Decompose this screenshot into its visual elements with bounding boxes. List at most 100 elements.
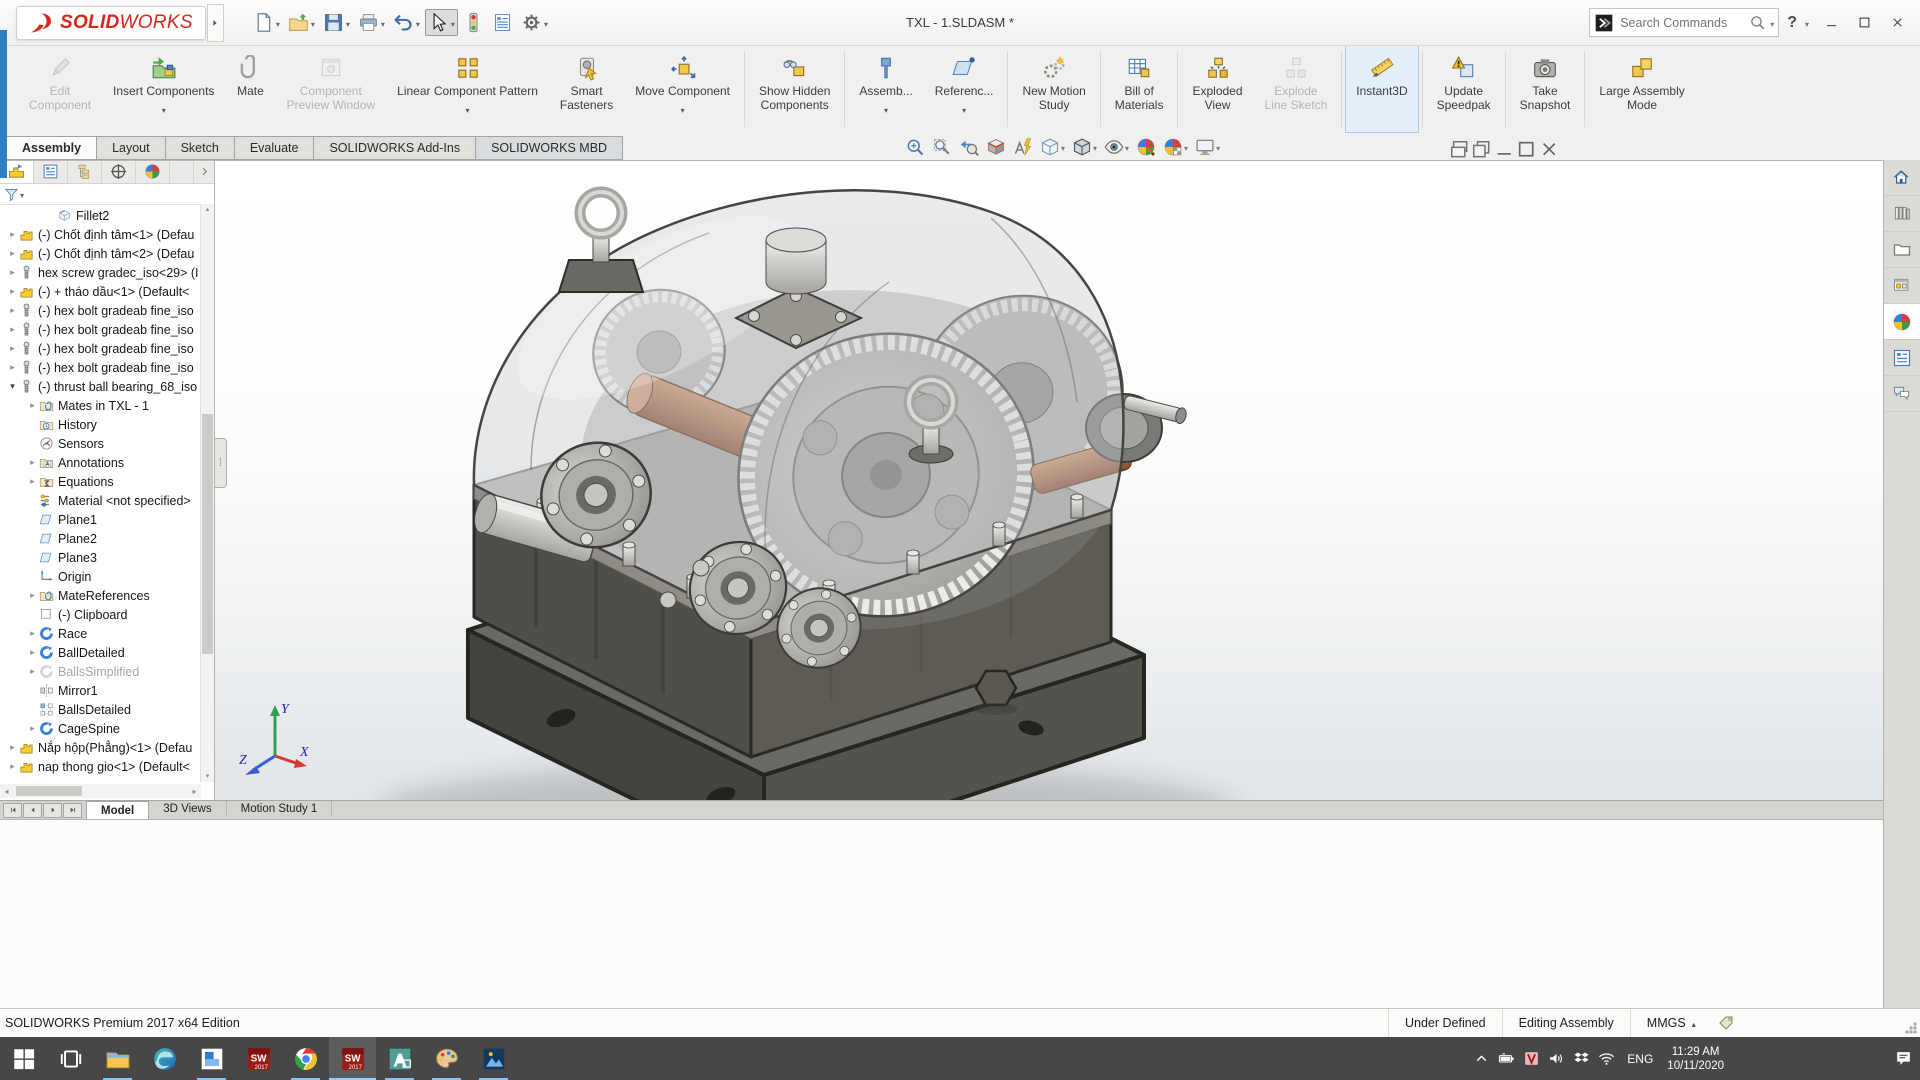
tab-layout[interactable]: Layout [96,136,165,160]
edit-appearance-button[interactable] [1136,137,1156,157]
scroll-left-arrow[interactable]: ◂ [0,784,13,798]
tab-solidworks-add-ins[interactable]: SOLIDWORKS Add-Ins [313,136,475,160]
tree-item[interactable]: ▸Race [0,624,201,643]
options-gear-caret[interactable] [542,14,548,32]
status-units[interactable]: MMGS [1630,1009,1712,1037]
tree-item[interactable]: ▸(-) Chốt định tâm<2> (Defau [0,244,201,263]
tree-expand-arrow[interactable]: ▸ [26,476,39,487]
task-view-taskbar-button[interactable] [47,1037,94,1080]
insert-components-caret[interactable] [162,100,166,109]
solidworks-taskbar-button[interactable]: SW2017 [235,1037,282,1080]
tree-expand-arrow[interactable]: ▸ [6,305,19,316]
photo-viewer-taskbar-button[interactable] [470,1037,517,1080]
tree-item[interactable]: Origin [0,567,201,586]
panel-splitter-handle[interactable] [215,438,227,488]
search-commands-box[interactable] [1589,8,1779,37]
tree-item[interactable]: Material <not specified> [0,491,201,510]
vertical-scroll-thumb[interactable] [202,414,213,654]
annotation-views-button[interactable] [1013,137,1033,157]
undo-button[interactable] [390,9,423,36]
start-taskbar-button[interactable] [0,1037,47,1080]
filter-caret[interactable] [20,185,24,203]
configurationmanager-tab[interactable] [68,160,102,183]
view-palette-tab[interactable] [1884,268,1920,304]
tab-solidworks-mbd[interactable]: SOLIDWORKS MBD [475,136,623,160]
tree-expand-arrow[interactable]: ▸ [26,457,39,468]
unikey-tray-button[interactable] [1519,1037,1544,1080]
win-cascade-button[interactable] [1448,138,1470,160]
tree-item[interactable]: ▸(-) hex bolt gradeab fine_iso [0,320,201,339]
tab-motion-study-1[interactable]: Motion Study 1 [227,801,333,817]
tree-expand-arrow[interactable]: ▸ [26,723,39,734]
tree-item[interactable]: Fillet2 [0,206,201,225]
appearances-tab[interactable] [1884,304,1920,340]
options-gear-button[interactable] [518,9,551,36]
save-caret[interactable] [344,14,350,32]
maximize-button[interactable] [1849,8,1879,38]
win-min-button[interactable] [1493,138,1515,160]
smart-fasteners-button[interactable]: Smart Fasteners [549,45,624,133]
linear-component-pattern-caret[interactable] [466,100,470,109]
move-component-button[interactable]: Move Component [624,45,741,133]
volume-tray-button[interactable] [1544,1037,1569,1080]
update-speedpak-button[interactable]: Update Speedpak [1426,45,1502,133]
tree-item[interactable]: ▸(-) + tháo dầu<1> (Default< [0,282,201,301]
file-properties-button[interactable] [489,9,516,36]
nav-first-button[interactable] [3,803,22,818]
nav-next-button[interactable] [43,803,62,818]
mate-button[interactable]: Mate [225,45,275,133]
scroll-right-arrow[interactable]: ▸ [188,784,201,798]
take-snapshot-button[interactable]: Take Snapshot [1509,45,1582,133]
tree-item[interactable]: ▸hex screw gradec_iso<29> (I [0,263,201,282]
tab-sketch[interactable]: Sketch [165,136,234,160]
insert-components-button[interactable]: Insert Components [102,45,225,133]
show-hidden-components-button[interactable]: Show Hidden Components [748,45,841,133]
tag-icon[interactable] [1717,1014,1735,1032]
help-caret[interactable] [1805,14,1813,32]
tree-item[interactable]: Plane3 [0,548,201,567]
tab-assembly[interactable]: Assembly [6,136,96,160]
tree-expand-arrow[interactable]: ▸ [26,400,39,411]
tree-expand-arrow[interactable]: ▸ [26,666,39,677]
scroll-down-arrow[interactable]: ▾ [201,771,214,782]
move-component-caret[interactable] [681,100,685,109]
assembly-features-button[interactable]: Assemb... [848,45,923,133]
previous-view-button[interactable] [959,137,979,157]
rebuild-button[interactable] [460,9,487,36]
tree-item[interactable]: ▸nap thong gio<1> (Default< [0,757,201,776]
tree-expand-arrow[interactable]: ▸ [6,362,19,373]
tree-horizontal-scrollbar[interactable]: ◂ ▸ [0,784,201,798]
display-style-button[interactable] [1072,137,1097,157]
solidworks-taskbar-button[interactable]: SW2017 [329,1037,376,1080]
tree-expand-arrow[interactable]: ▸ [6,742,19,753]
status-units-caret[interactable] [1692,1016,1696,1030]
assembly-features-caret[interactable] [884,100,888,109]
open-folder-caret[interactable] [309,14,315,32]
close-button[interactable] [1882,8,1912,38]
file-explorer-taskbar-button[interactable] [94,1037,141,1080]
tree-item[interactable]: History [0,415,201,434]
win-restore-button[interactable] [1470,138,1492,160]
instant3d-button[interactable]: Instant3D [1345,45,1418,133]
displaymanager-tab[interactable] [136,160,170,183]
tree-item[interactable]: ▸MateReferences [0,586,201,605]
nav-prev-button[interactable] [23,803,42,818]
tree-item[interactable]: ▸(-) hex bolt gradeab fine_iso [0,301,201,320]
tree-item[interactable]: Plane2 [0,529,201,548]
battery-tray-button[interactable] [1494,1037,1519,1080]
custom-properties-tab[interactable] [1884,340,1920,376]
tree-expand-arrow[interactable]: ▸ [6,267,19,278]
linear-component-pattern-button[interactable]: Linear Component Pattern [386,45,549,133]
home-tab[interactable] [1884,160,1920,196]
search-icon[interactable] [1749,14,1766,31]
tree-expand-arrow[interactable]: ▸ [6,286,19,297]
tab-model[interactable]: Model [86,801,149,819]
tree-item[interactable]: ▸Annotations [0,453,201,472]
status-editing-mode[interactable]: Editing Assembly [1502,1009,1630,1037]
status-constraint[interactable]: Under Defined [1388,1009,1502,1037]
tree-item[interactable]: ▸CageSpine [0,719,201,738]
tree-vertical-scrollbar[interactable]: ▴ ▾ [200,204,214,782]
view-settings-button[interactable] [1195,137,1220,157]
minimize-button[interactable] [1816,8,1846,38]
menu-expand-button[interactable] [207,4,224,42]
